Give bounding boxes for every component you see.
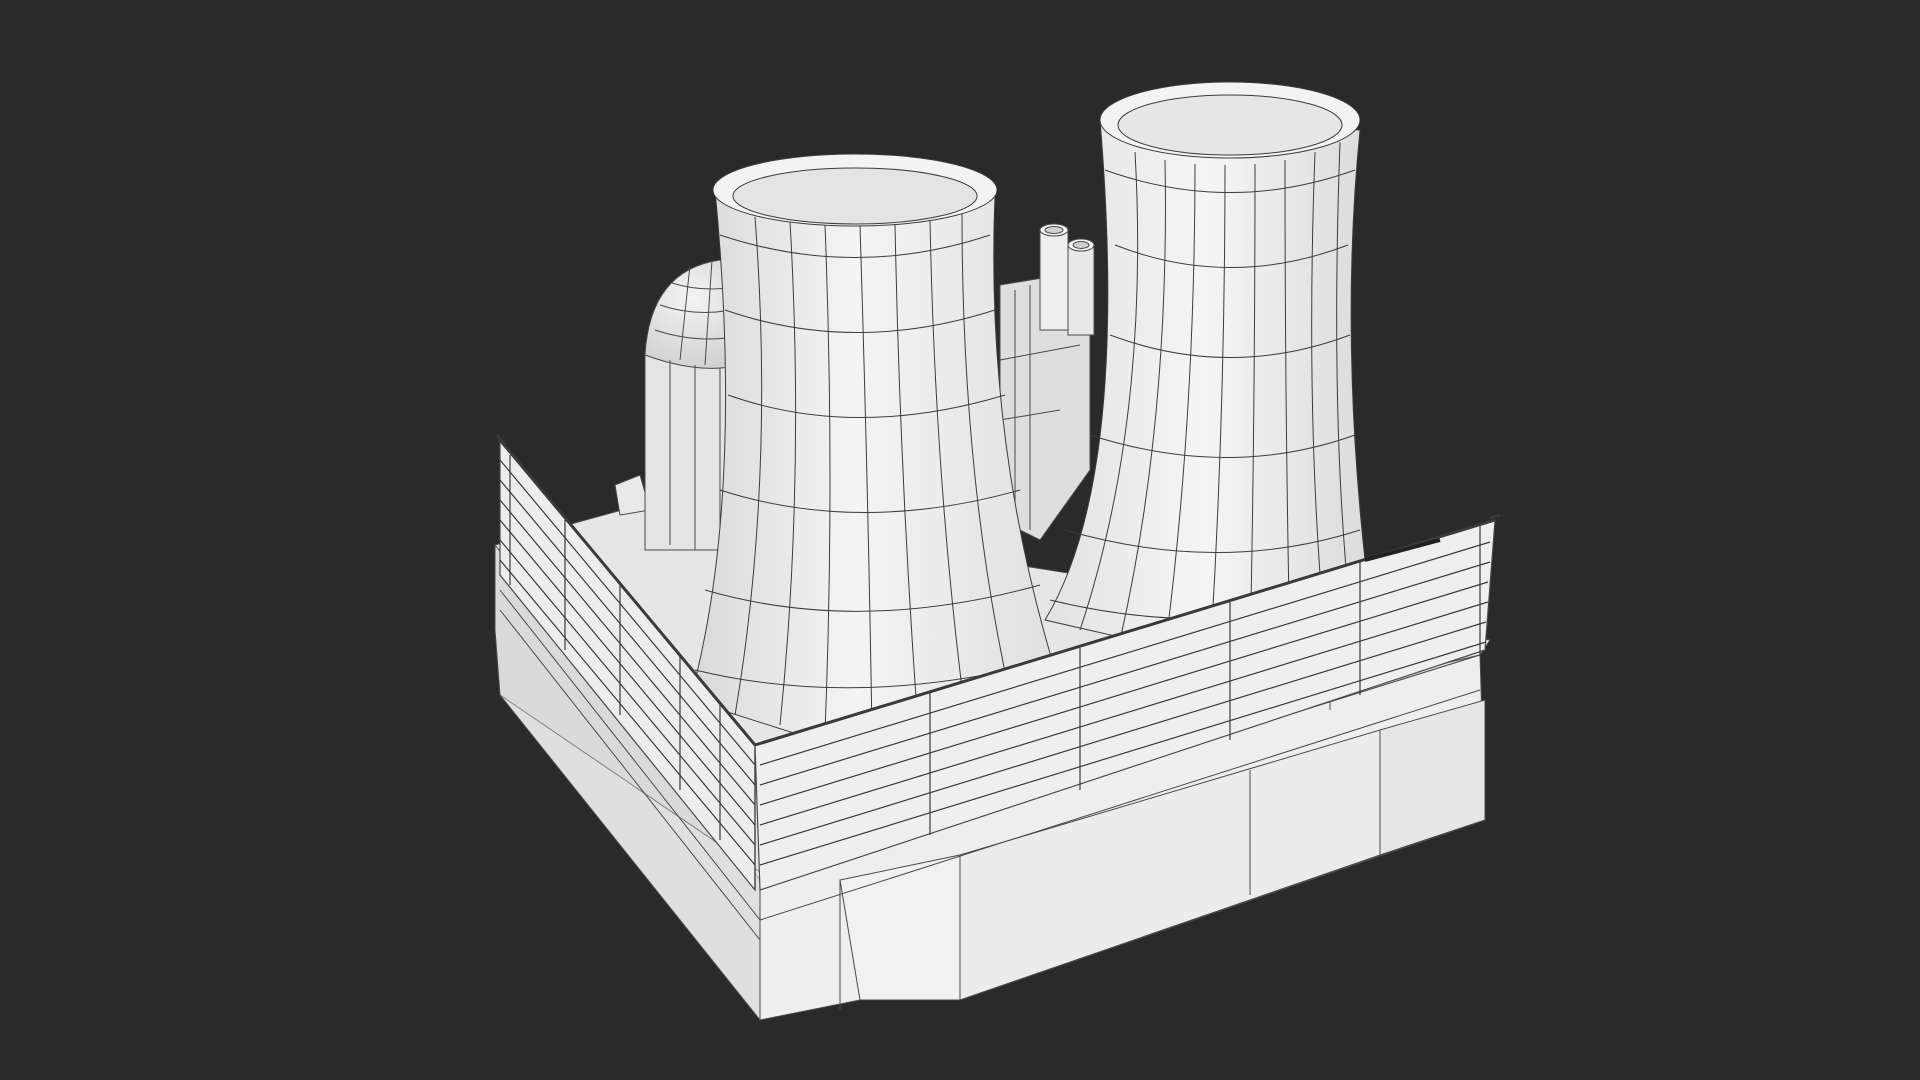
cooling-tower-left [689,153,1056,736]
3d-viewport[interactable] [0,0,1920,1080]
chimney-stacks [1039,223,1095,336]
render-canvas [494,81,1501,1022]
